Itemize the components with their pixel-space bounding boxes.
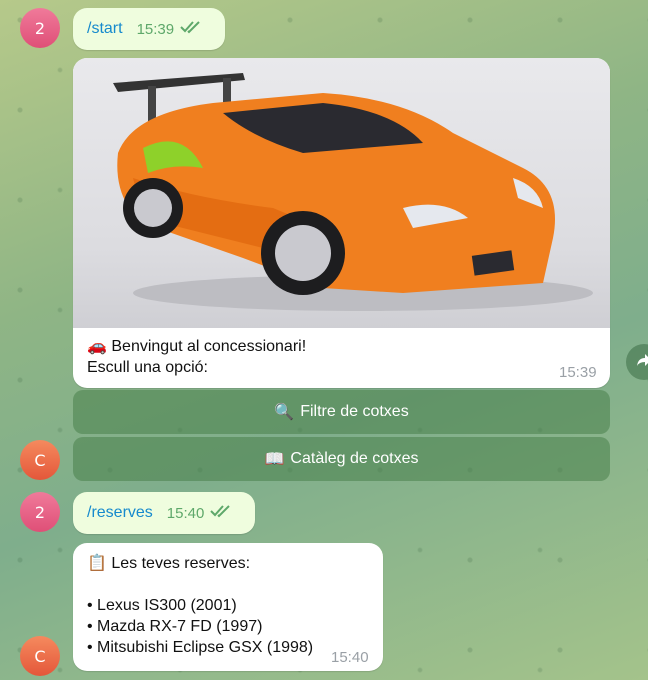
user-avatar[interactable]: 2 (20, 8, 60, 48)
car-photo[interactable] (73, 58, 610, 328)
avatar-initial: C (34, 450, 46, 470)
reservation-item: • Mitsubishi Eclipse GSX (1998) (87, 639, 314, 656)
avatar-initial: 2 (34, 502, 46, 522)
command-link[interactable]: /reserves (87, 504, 153, 522)
prompt-line: Escull una opció: (87, 359, 208, 376)
message-time: 15:39 (136, 20, 175, 38)
welcome-line: 🚗 Benvingut al concessionari! (87, 338, 307, 355)
button-label: Filtre de cotxes (300, 403, 409, 420)
message-time: 15:40 (166, 504, 205, 522)
outgoing-message-reserves: /reserves 15:40 (73, 492, 255, 534)
avatar-initial: 2 (34, 18, 46, 38)
double-check-icon (180, 20, 202, 39)
filter-cars-button[interactable]: 🔍 Filtre de cotxes (73, 390, 610, 434)
book-icon: 📖 (264, 451, 285, 468)
outgoing-message-start: /start 15:39 (73, 8, 225, 50)
magnifier-icon: 🔍 (274, 404, 295, 421)
welcome-text: 🚗 Benvingut al concessionari! Escull una… (87, 336, 306, 378)
message-time: 15:39 (559, 364, 597, 381)
avatar-initial: C (34, 646, 46, 666)
message-time: 15:40 (331, 649, 369, 666)
reservation-item: • Lexus IS300 (2001) (87, 597, 237, 614)
double-check-icon (210, 504, 232, 523)
reservations-heading: 📋 Les teves reserves: (87, 555, 251, 572)
car-catalog-button[interactable]: 📖 Catàleg de cotxes (73, 437, 610, 481)
sports-car-icon (113, 73, 593, 311)
incoming-message-reservations: 📋 Les teves reserves: • Lexus IS300 (200… (73, 543, 383, 671)
reservations-text: 📋 Les teves reserves: • Lexus IS300 (200… (87, 553, 313, 658)
share-arrow-icon (636, 353, 648, 372)
reservation-item: • Mazda RX-7 FD (1997) (87, 618, 263, 635)
bot-avatar[interactable]: C (20, 440, 60, 480)
incoming-message-welcome: 🚗 Benvingut al concessionari! Escull una… (73, 58, 610, 388)
command-link[interactable]: /start (87, 20, 123, 38)
bot-avatar[interactable]: C (20, 636, 60, 676)
button-label: Catàleg de cotxes (290, 450, 419, 467)
user-avatar[interactable]: 2 (20, 492, 60, 532)
